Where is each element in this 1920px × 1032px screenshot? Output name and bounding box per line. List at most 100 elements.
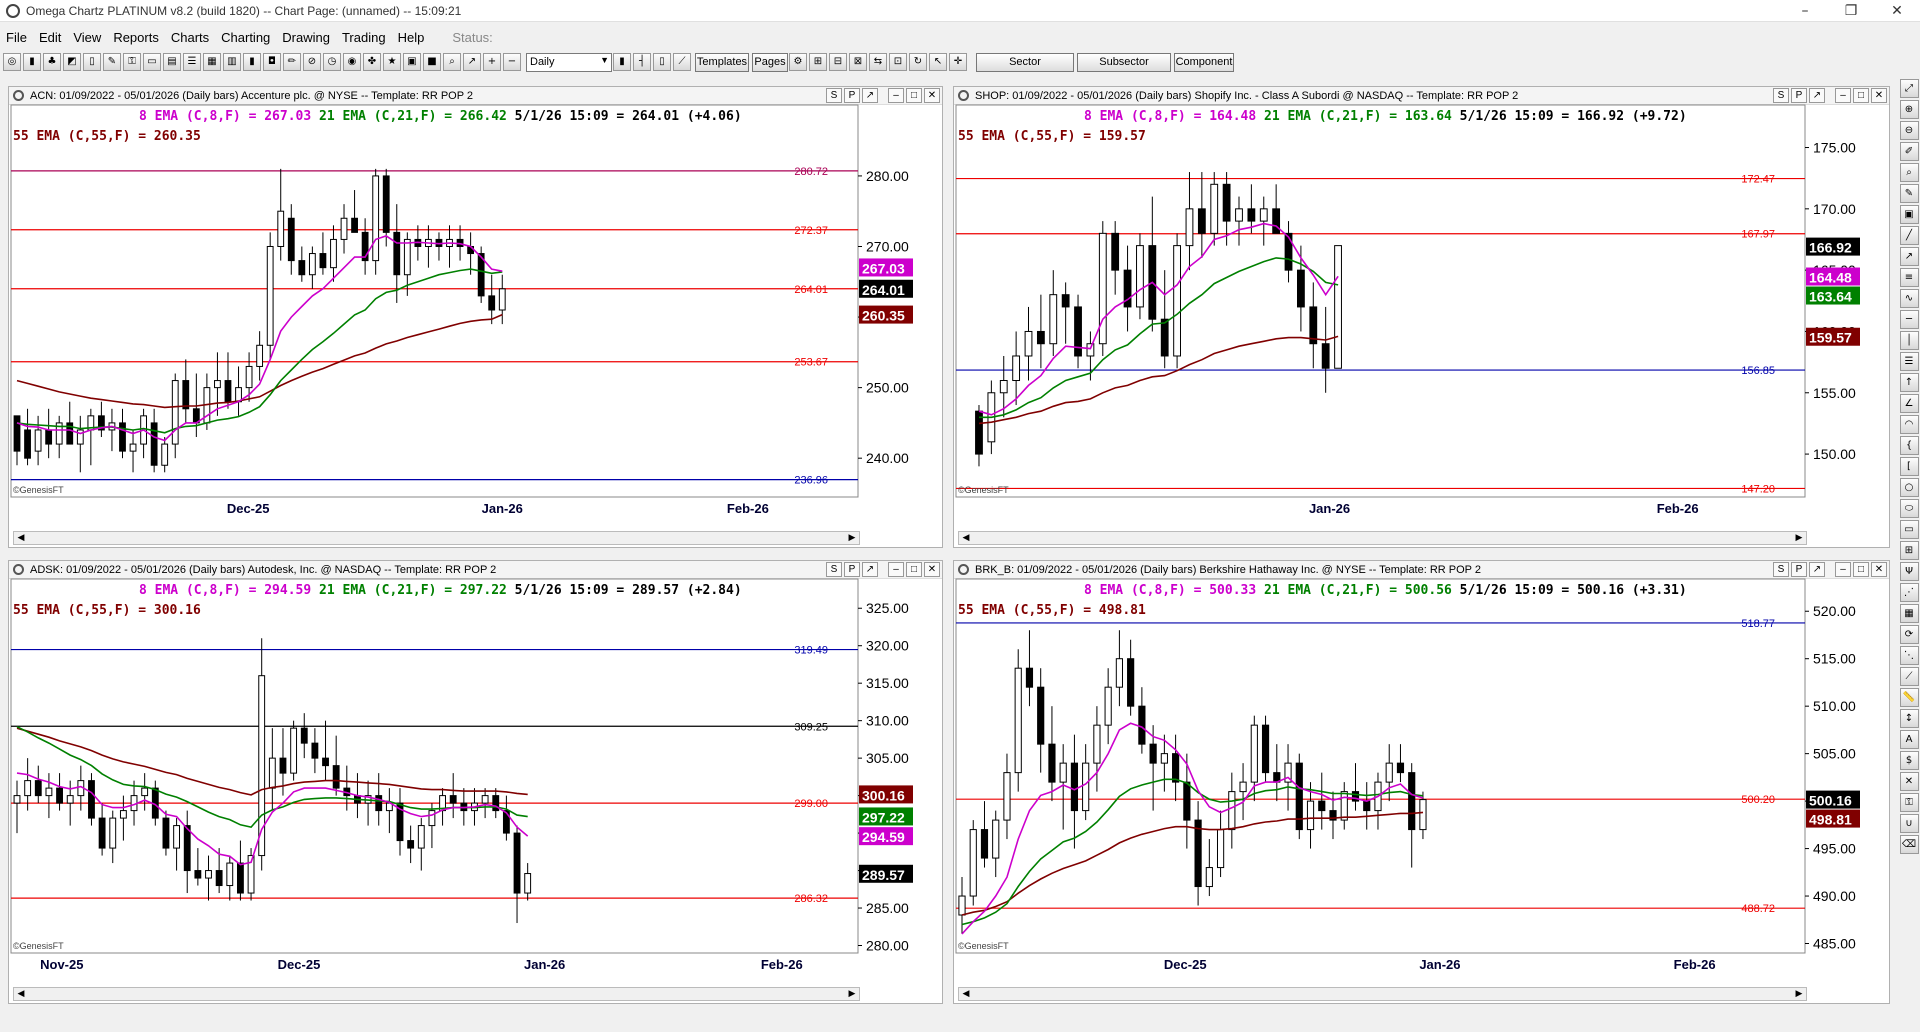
- channel-icon[interactable]: ≡: [1899, 268, 1919, 287]
- menu-view[interactable]: View: [67, 30, 107, 45]
- regression-icon[interactable]: ⟋: [1899, 667, 1919, 686]
- stop-icon[interactable]: ■: [423, 53, 441, 71]
- fullscreen-icon[interactable]: ⤢: [1899, 79, 1919, 98]
- pitchfork-icon[interactable]: Ψ: [1899, 562, 1919, 581]
- line-chart-icon[interactable]: ⟋: [673, 53, 691, 71]
- menu-trading[interactable]: Trading: [336, 30, 392, 45]
- scroll-left-icon[interactable]: ◀: [959, 988, 973, 1000]
- puzzle-icon[interactable]: ✤: [363, 53, 381, 71]
- measure-icon[interactable]: ↕: [1899, 709, 1919, 728]
- scroll-right-icon[interactable]: ▶: [1792, 988, 1806, 1000]
- speed-icon[interactable]: ⋱: [1899, 646, 1919, 665]
- table-icon[interactable]: ▥: [223, 53, 241, 71]
- period-select[interactable]: Daily ▼: [526, 52, 612, 72]
- zoom-out-icon[interactable]: ⊖: [1899, 121, 1919, 140]
- sector-button[interactable]: Sector: [976, 52, 1074, 72]
- chart-panel-brkb[interactable]: BRK_B: 01/09/2022 - 05/01/2026 (Daily ba…: [953, 560, 1890, 1004]
- grid-lines-icon[interactable]: ▦: [1899, 604, 1919, 623]
- horizontal-scrollbar[interactable]: ◀ ▶: [13, 987, 860, 1001]
- vline-icon[interactable]: │: [1899, 331, 1919, 350]
- pages-button[interactable]: Pages: [752, 52, 788, 72]
- arrow-up-icon[interactable]: ↑: [1899, 373, 1919, 392]
- menu-help[interactable]: Help: [392, 30, 431, 45]
- subsector-button[interactable]: Subsector: [1077, 52, 1171, 72]
- trendline-icon[interactable]: ╱: [1899, 226, 1919, 245]
- minimize-button[interactable]: –: [1782, 0, 1828, 22]
- price-icon[interactable]: $: [1899, 751, 1919, 770]
- chart-panel-acn[interactable]: ACN: 01/09/2022 - 05/01/2026 (Daily bars…: [8, 86, 943, 548]
- templates-button[interactable]: Templates: [695, 52, 749, 72]
- note-icon[interactable]: ▤: [163, 53, 181, 71]
- traffic-light-icon[interactable]: ▮: [23, 53, 41, 71]
- menu-charting[interactable]: Charting: [215, 30, 276, 45]
- scroll-right-icon[interactable]: ▶: [845, 532, 859, 544]
- fib-icon[interactable]: ☰: [1899, 352, 1919, 371]
- scroll-right-icon[interactable]: ▶: [845, 988, 859, 1000]
- plus-t-icon[interactable]: +: [483, 53, 501, 71]
- hline-icon[interactable]: ─: [1899, 310, 1919, 329]
- minus-t-icon[interactable]: −: [503, 53, 521, 71]
- chip-icon[interactable]: ▣: [403, 53, 421, 71]
- zoom-in-icon[interactable]: ⊕: [1899, 100, 1919, 119]
- menu-charts[interactable]: Charts: [165, 30, 215, 45]
- menu-reports[interactable]: Reports: [107, 30, 165, 45]
- text-icon[interactable]: A: [1899, 730, 1919, 749]
- ban-icon[interactable]: ⊘: [303, 53, 321, 71]
- ohlc-icon[interactable]: ┤: [633, 53, 651, 71]
- grid-icon[interactable]: ▦: [203, 53, 221, 71]
- menu-drawing[interactable]: Drawing: [276, 30, 336, 45]
- price-chart[interactable]: 518.77 500.20 488.72 8 EMA (C,8,F) = 500.33…: [954, 561, 1891, 1005]
- trend-icon[interactable]: ↗: [463, 53, 481, 71]
- key-icon[interactable]: ⚿: [123, 53, 141, 71]
- split-icon[interactable]: ⊠: [849, 53, 867, 71]
- ray-icon[interactable]: ↗: [1899, 247, 1919, 266]
- brush-icon[interactable]: ✎: [103, 53, 121, 71]
- marker-icon[interactable]: ✐: [1899, 142, 1919, 161]
- bookmark-icon[interactable]: ▯: [83, 53, 101, 71]
- scroll-left-icon[interactable]: ◀: [959, 532, 973, 544]
- price-chart[interactable]: 319.49 309.25 299.00 286.32 8 EMA (C,8,F) = …: [9, 561, 944, 1005]
- delete-icon[interactable]: ✕: [1899, 772, 1919, 791]
- menu-file[interactable]: File: [0, 30, 33, 45]
- ruler-icon[interactable]: ◩: [63, 53, 81, 71]
- lock-icon[interactable]: ⚿: [1899, 793, 1919, 812]
- price-chart[interactable]: 280.72 272.37 264.01 253.67 236.96 8 EMA (C,8…: [9, 87, 944, 549]
- close-button[interactable]: ✕: [1874, 0, 1920, 22]
- circle-icon[interactable]: ○: [1899, 478, 1919, 497]
- scroll-right-icon[interactable]: ▶: [1792, 532, 1806, 544]
- globe-icon[interactable]: ◎: [3, 53, 21, 71]
- eraser-icon[interactable]: ⌫: [1899, 835, 1919, 854]
- bars-icon[interactable]: ▮: [243, 53, 261, 71]
- candle-icon[interactable]: ▯: [653, 53, 671, 71]
- chart-panel-adsk[interactable]: ADSK: 01/09/2022 - 05/01/2026 (Daily bar…: [8, 560, 943, 1004]
- search-icon[interactable]: ⌕: [1899, 163, 1919, 182]
- wave-icon[interactable]: ∿: [1899, 289, 1919, 308]
- layout2-icon[interactable]: ⊟: [829, 53, 847, 71]
- fan-icon[interactable]: ⋰: [1899, 583, 1919, 602]
- list-icon[interactable]: ☰: [183, 53, 201, 71]
- layout-icon[interactable]: ⊞: [809, 53, 827, 71]
- compare-icon[interactable]: ⇆: [869, 53, 887, 71]
- settings-icon[interactable]: ⚙: [789, 53, 807, 71]
- sync-icon[interactable]: ↻: [909, 53, 927, 71]
- arc-icon[interactable]: ◠: [1899, 415, 1919, 434]
- horizontal-scrollbar[interactable]: ◀ ▶: [958, 531, 1807, 545]
- restore-button[interactable]: ❐: [1828, 0, 1874, 22]
- rect-icon[interactable]: ▭: [1899, 520, 1919, 539]
- folder-icon[interactable]: ▭: [143, 53, 161, 71]
- clock-icon[interactable]: ◷: [323, 53, 341, 71]
- tree-icon[interactable]: ♣: [43, 53, 61, 71]
- price-chart[interactable]: 172.47 167.97 156.85 147.20 8 EMA (C,8,F) = …: [954, 87, 1891, 549]
- chart-panel-shop[interactable]: SHOP: 01/09/2022 - 05/01/2026 (Daily bar…: [953, 86, 1890, 548]
- cursor-icon[interactable]: ↖: [929, 53, 947, 71]
- magnet-icon[interactable]: ∪: [1899, 814, 1919, 833]
- bracket-icon[interactable]: [: [1899, 457, 1919, 476]
- scroll-left-icon[interactable]: ◀: [14, 532, 28, 544]
- crosshair-icon[interactable]: ✛: [949, 53, 967, 71]
- brace-icon[interactable]: {: [1899, 436, 1919, 455]
- ellipse-icon[interactable]: ⬭: [1899, 499, 1919, 518]
- scroll-left-icon[interactable]: ◀: [14, 988, 28, 1000]
- highlighter-icon[interactable]: ✎: [1899, 184, 1919, 203]
- multi-icon[interactable]: ⊡: [889, 53, 907, 71]
- image-icon[interactable]: ▣: [1899, 205, 1919, 224]
